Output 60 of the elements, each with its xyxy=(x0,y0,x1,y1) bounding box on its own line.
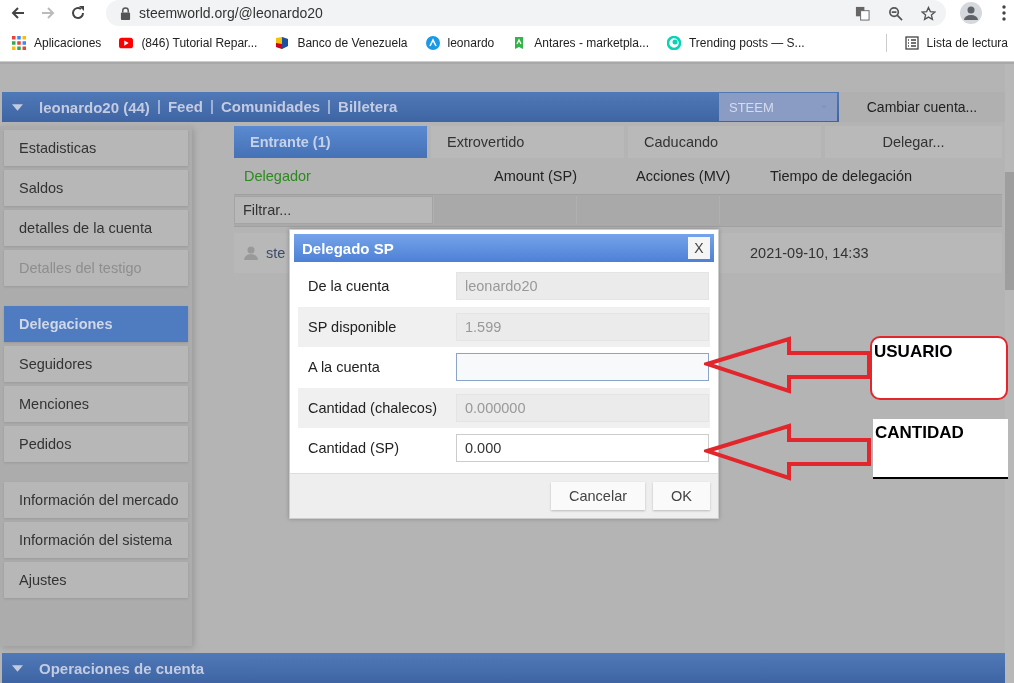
column-header[interactable]: Amount (SP) xyxy=(484,168,626,184)
reading-list-link[interactable]: Lista de lectura xyxy=(904,36,1008,50)
tab[interactable]: Extrovertido xyxy=(431,126,624,158)
flag-icon xyxy=(275,36,290,50)
field-label: Cantidad (SP) xyxy=(308,440,401,457)
swirl-icon xyxy=(666,36,681,50)
dialog-button[interactable]: Cancelar xyxy=(551,481,646,510)
filter-field[interactable]: Filtrar... xyxy=(234,196,433,224)
menu-icon[interactable] xyxy=(1002,5,1006,21)
address-bar[interactable]: steemworld.org/@leonardo20 xyxy=(106,0,946,26)
switch-account-button[interactable]: Cambiar cuenta... xyxy=(839,92,1005,122)
annotation-label: CANTIDAD xyxy=(873,419,1008,479)
field-label: SP disponible xyxy=(308,318,398,335)
field-label: Cantidad (chalecos) xyxy=(308,399,438,416)
annotation-label: USUARIO xyxy=(870,336,1008,400)
bookmark-link[interactable]: (846) Tutorial Repar... xyxy=(119,36,258,50)
tab[interactable]: Caducando xyxy=(628,126,821,158)
star-icon[interactable] xyxy=(921,5,936,21)
column-header[interactable]: Acciones (MV) xyxy=(626,168,760,184)
url-text: steemworld.org/@leonardo20 xyxy=(139,5,323,21)
scrollbar[interactable] xyxy=(1005,64,1014,683)
close-button[interactable]: X xyxy=(688,237,710,259)
translate-icon[interactable] xyxy=(855,5,870,21)
peak-icon xyxy=(425,36,440,50)
bookmark-link[interactable]: Antares - marketpla... xyxy=(512,36,649,50)
collapse-icon[interactable] xyxy=(12,103,23,111)
sidebar-item[interactable]: Saldos xyxy=(4,170,188,206)
field-label: De la cuenta xyxy=(308,278,391,295)
tab[interactable]: Delegar... xyxy=(825,126,1002,158)
collapse-icon[interactable] xyxy=(12,664,23,672)
sidebar-item[interactable]: Menciones xyxy=(4,386,188,422)
input-field[interactable] xyxy=(456,353,709,382)
apps-grid-icon xyxy=(12,36,26,50)
profile-icon[interactable] xyxy=(960,2,982,24)
section-title: Operaciones de cuenta xyxy=(38,659,206,677)
zoom-icon[interactable] xyxy=(888,5,903,21)
back-icon[interactable] xyxy=(10,5,26,21)
dialog-button[interactable]: OK xyxy=(653,481,710,510)
user-icon xyxy=(244,246,258,260)
field-label: A la cuenta xyxy=(308,359,381,376)
sidebar-item[interactable]: Seguidores xyxy=(4,346,188,382)
sidebar-item[interactable]: Ajustes xyxy=(4,562,188,598)
bookmark-link[interactable]: Aplicaciones xyxy=(12,36,102,50)
column-header[interactable]: Tiempo de delegación xyxy=(760,168,913,184)
bookmark-link[interactable]: Trending posts — S... xyxy=(666,36,805,50)
bookmark-link[interactable]: Banco de Venezuela xyxy=(275,36,408,50)
sidebar-item[interactable]: Información del sistema xyxy=(4,522,188,558)
sidebar-item[interactable]: Pedidos xyxy=(4,426,188,462)
input-field[interactable]: 0.000 xyxy=(456,434,709,463)
table-cell-text: 2021-09-10, 14:33 xyxy=(750,245,870,261)
dialog-title: Delegado SP xyxy=(302,239,394,257)
reload-icon[interactable] xyxy=(70,5,86,21)
sidebar-item[interactable]: Estadisticas xyxy=(4,130,188,166)
table-cell: ste xyxy=(266,245,286,261)
list-icon xyxy=(904,36,919,50)
play-icon xyxy=(119,36,134,50)
bookmark-link[interactable]: leonardo xyxy=(425,36,495,50)
sidebar-item[interactable]: detalles de la cuenta xyxy=(4,210,188,246)
lock-icon xyxy=(120,6,131,20)
sidebar-item[interactable]: Información del mercado xyxy=(4,482,188,518)
